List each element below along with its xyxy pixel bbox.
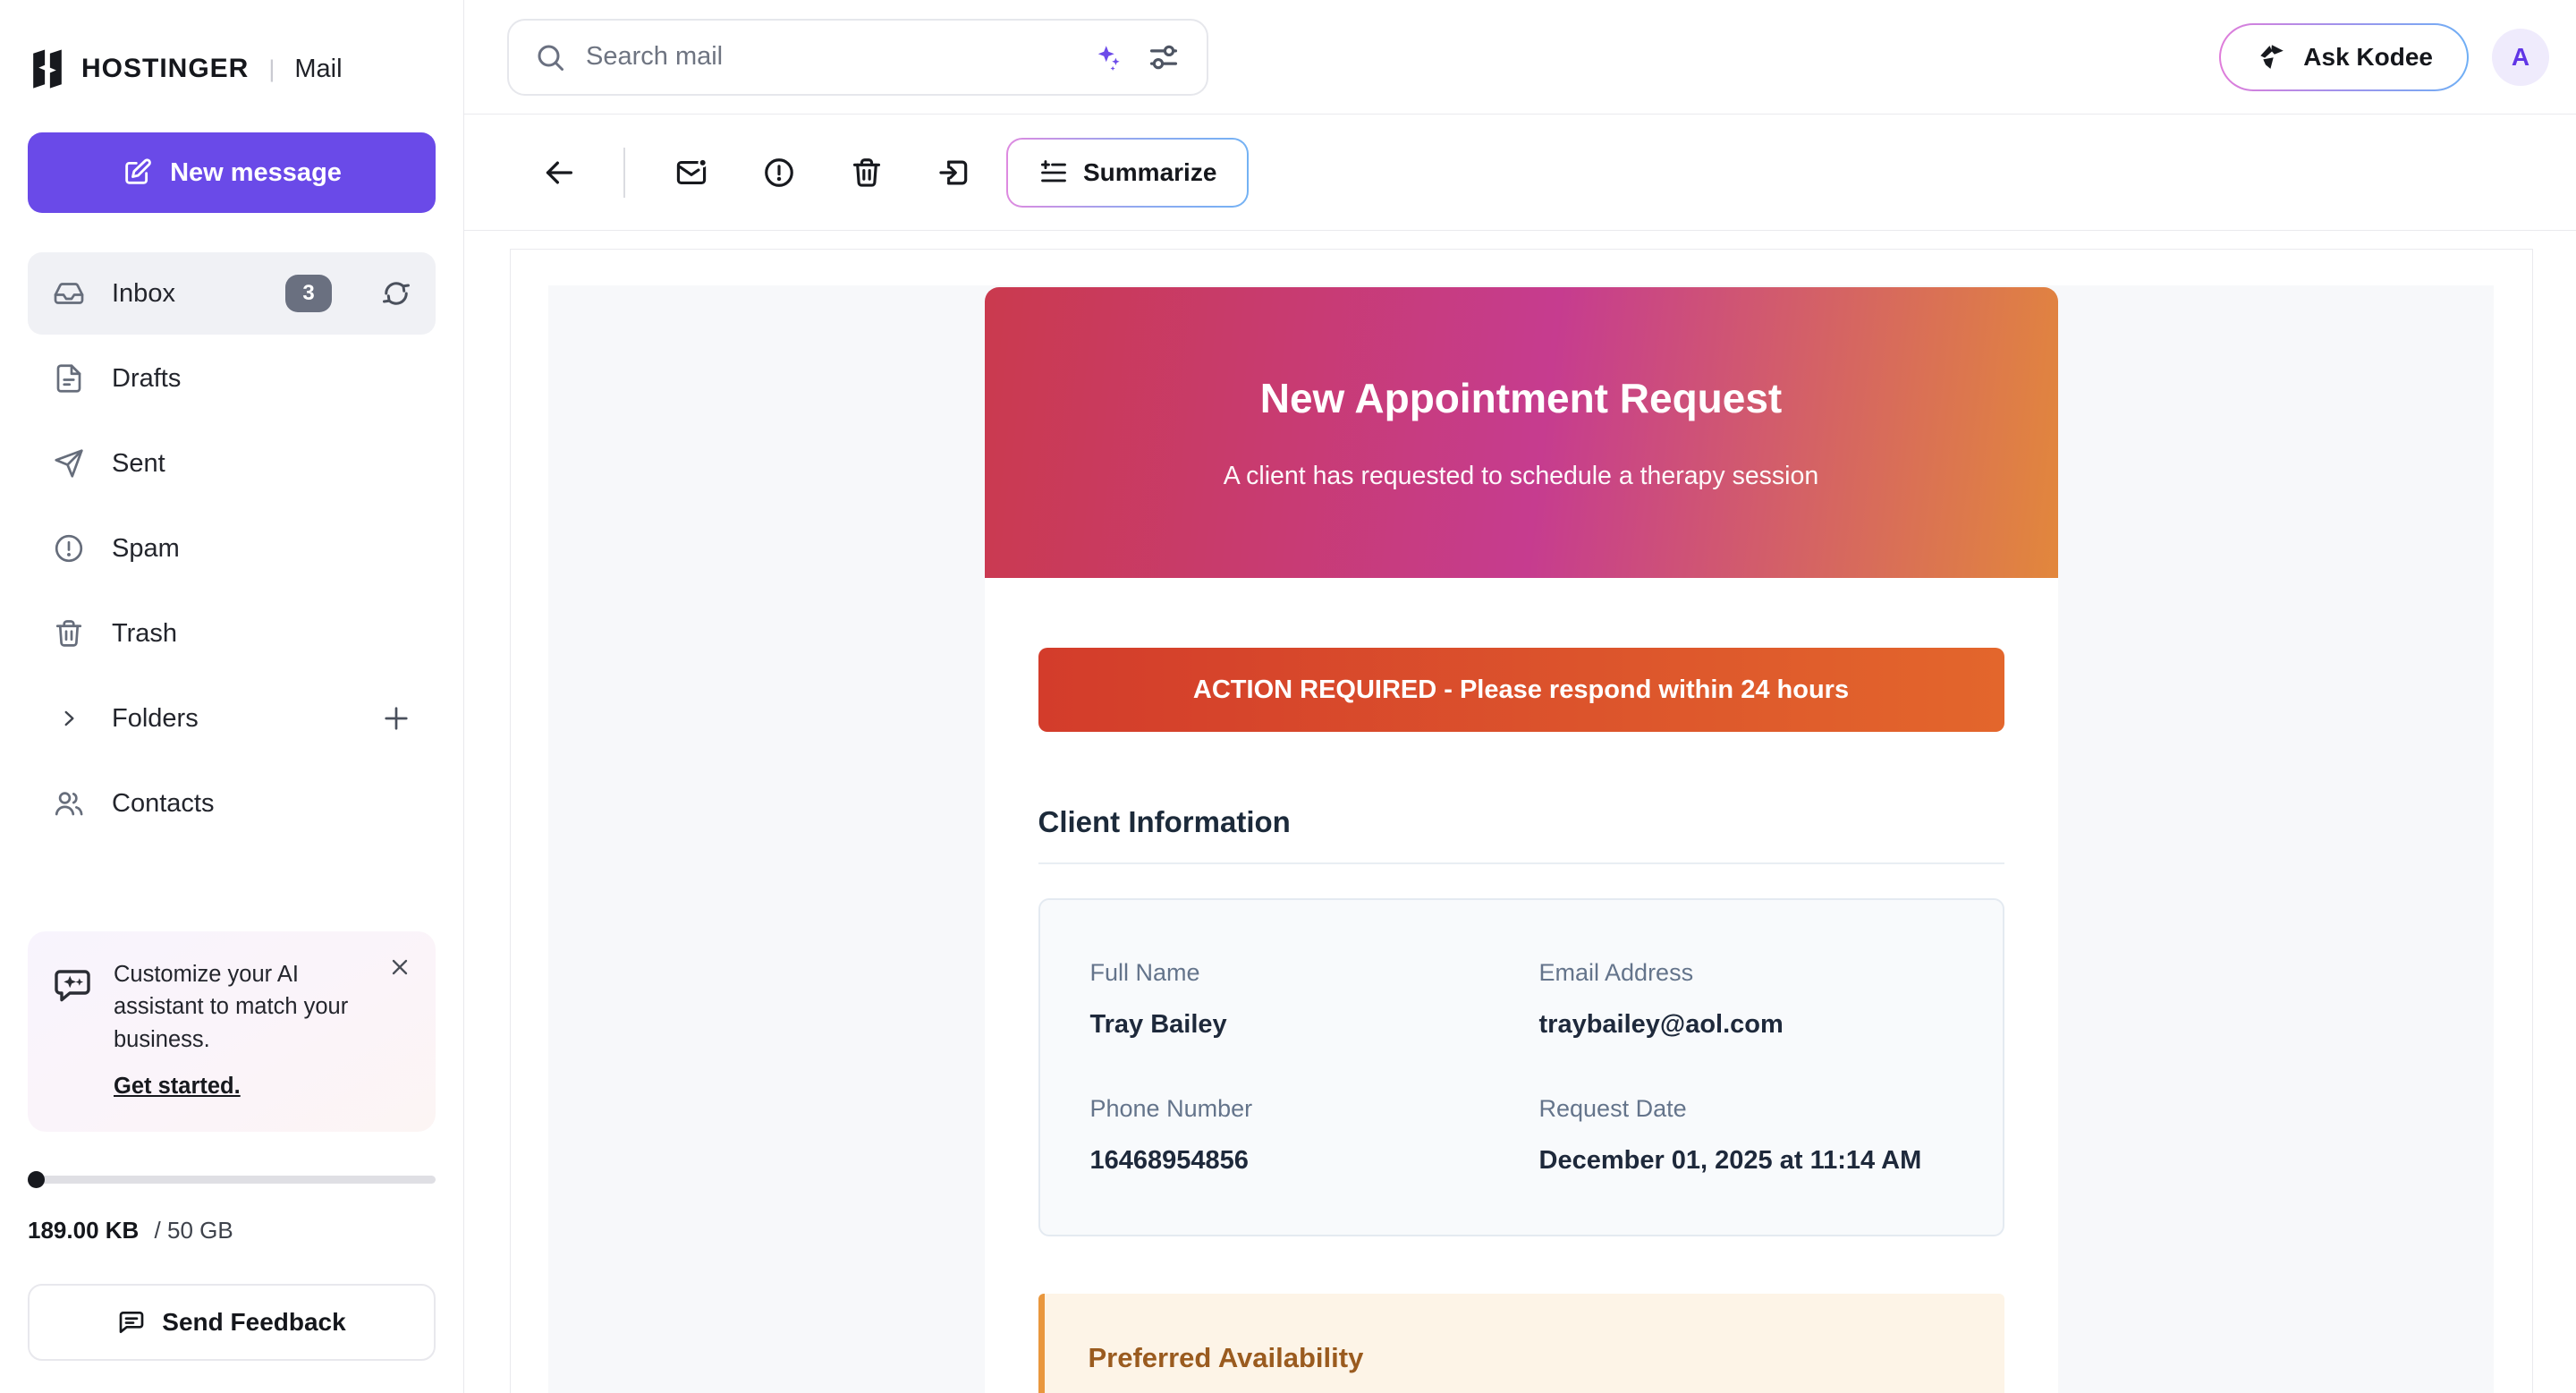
new-message-button[interactable]: New message — [28, 132, 436, 213]
search-icon — [534, 41, 566, 73]
close-icon[interactable] — [387, 955, 412, 980]
info-field-email: Email Address traybailey@aol.com — [1539, 959, 1953, 1040]
sidebar-item-label: Spam — [112, 534, 180, 564]
email-viewport[interactable]: New Appointment Request A client has req… — [548, 285, 2494, 1393]
document-icon — [53, 362, 85, 395]
people-icon — [53, 787, 85, 820]
sidebar-item-label: Trash — [112, 619, 177, 649]
sidebar-item-label: Contacts — [112, 789, 214, 819]
search-bar[interactable] — [507, 19, 1208, 96]
toolbar-divider — [623, 148, 625, 198]
summarize-list-icon — [1038, 157, 1069, 188]
report-spam-icon[interactable] — [754, 148, 804, 198]
kodee-icon — [2255, 41, 2287, 73]
field-value: traybailey@aol.com — [1539, 1010, 1953, 1040]
storage-progress-bar — [28, 1171, 436, 1188]
search-input[interactable] — [586, 42, 1071, 72]
field-value: 16468954856 — [1090, 1146, 1504, 1176]
get-started-link[interactable]: Get started. — [114, 1074, 241, 1100]
brand-logo[interactable]: HOSTINGER | Mail — [28, 48, 436, 89]
email-title: New Appointment Request — [1260, 374, 1783, 422]
info-field-phone: Phone Number 16468954856 — [1090, 1095, 1504, 1176]
back-arrow-icon[interactable] — [534, 148, 584, 198]
sidebar-item-contacts[interactable]: Contacts — [28, 762, 436, 845]
avatar[interactable]: A — [2492, 29, 2549, 86]
sidebar-nav: Inbox 3 — [28, 252, 436, 845]
mark-unread-icon[interactable] — [666, 148, 716, 198]
brand-name: HOSTINGER — [81, 54, 249, 84]
client-information-heading: Client Information — [1038, 805, 2004, 864]
email-subtitle: A client has requested to schedule a the… — [1224, 462, 1818, 491]
storage-total-value: / 50 GB — [155, 1217, 233, 1244]
sidebar: HOSTINGER | Mail New message — [0, 0, 464, 1393]
top-bar: Ask Kodee A — [464, 0, 2576, 115]
field-label: Phone Number — [1090, 1095, 1504, 1123]
field-label: Email Address — [1539, 959, 1953, 987]
summarize-button[interactable]: Summarize — [1006, 138, 1249, 208]
sidebar-item-spam[interactable]: Spam — [28, 507, 436, 590]
filter-sliders-icon[interactable] — [1146, 39, 1182, 75]
compose-icon — [122, 157, 152, 188]
email-card: New Appointment Request A client has req… — [985, 287, 2058, 1393]
delete-trash-icon[interactable] — [842, 148, 892, 198]
sidebar-item-label: Sent — [112, 449, 165, 479]
brand-product-label: Mail — [294, 55, 342, 84]
ai-chat-sparkle-icon — [51, 964, 94, 1007]
field-value: Tray Bailey — [1090, 1010, 1504, 1040]
ask-kodee-label: Ask Kodee — [2303, 43, 2433, 72]
sidebar-item-folders[interactable]: Folders — [28, 677, 436, 760]
main-area: Ask Kodee A — [464, 0, 2576, 1393]
new-message-label: New message — [170, 158, 342, 188]
client-info-card: Full Name Tray Bailey Email Address tray… — [1038, 898, 2004, 1236]
storage-used-value: 189.00 KB — [28, 1217, 139, 1244]
send-feedback-label: Send Feedback — [162, 1308, 345, 1337]
field-label: Request Date — [1539, 1095, 1953, 1123]
message-panel: New Appointment Request A client has req… — [510, 249, 2533, 1393]
ai-promo-text: Customize your AI assistant to match you… — [114, 958, 382, 1056]
storage-used-indicator — [28, 1171, 45, 1188]
brand-divider: | — [268, 55, 275, 83]
chevron-right-icon[interactable] — [53, 707, 85, 730]
trash-icon — [53, 617, 85, 650]
ai-promo-card: Customize your AI assistant to match you… — [28, 931, 436, 1132]
app-root: HOSTINGER | Mail New message — [0, 0, 2576, 1393]
info-field-request-date: Request Date December 01, 2025 at 11:14 … — [1539, 1095, 1953, 1176]
info-field-full-name: Full Name Tray Bailey — [1090, 959, 1504, 1040]
paper-plane-icon — [53, 447, 85, 480]
field-value: December 01, 2025 at 11:14 AM — [1539, 1146, 1953, 1176]
ask-kodee-button[interactable]: Ask Kodee — [2219, 23, 2469, 91]
hostinger-logo-icon — [28, 48, 67, 89]
move-to-folder-icon[interactable] — [929, 148, 979, 198]
sidebar-item-label: Folders — [112, 704, 199, 734]
storage-usage-text: 189.00 KB / 50 GB — [28, 1217, 436, 1244]
ai-sparkles-icon[interactable] — [1090, 39, 1126, 75]
alert-circle-icon — [53, 532, 85, 565]
sidebar-item-label: Inbox — [112, 279, 175, 309]
refresh-icon[interactable] — [380, 276, 414, 310]
sidebar-item-label: Drafts — [112, 364, 181, 394]
sidebar-item-drafts[interactable]: Drafts — [28, 337, 436, 420]
add-folder-plus-icon[interactable] — [380, 701, 414, 735]
action-required-banner: ACTION REQUIRED - Please respond within … — [1038, 648, 2004, 732]
message-toolbar: Summarize — [464, 115, 2576, 231]
feedback-bubble-icon — [117, 1308, 146, 1337]
sidebar-item-inbox[interactable]: Inbox 3 — [28, 252, 436, 335]
inbox-icon — [53, 277, 85, 310]
email-hero-banner: New Appointment Request A client has req… — [985, 287, 2058, 578]
sidebar-item-trash[interactable]: Trash — [28, 592, 436, 675]
summarize-label: Summarize — [1083, 158, 1216, 187]
availability-heading: Preferred Availability — [1089, 1342, 1969, 1374]
field-label: Full Name — [1090, 959, 1504, 987]
send-feedback-button[interactable]: Send Feedback — [28, 1284, 436, 1361]
inbox-unread-badge: 3 — [285, 275, 332, 312]
storage-track — [28, 1176, 436, 1184]
sidebar-item-sent[interactable]: Sent — [28, 422, 436, 505]
preferred-availability-card: Preferred Availability Dates:Dec 06, 202… — [1038, 1294, 2004, 1393]
top-right-controls: Ask Kodee A — [2219, 23, 2549, 91]
email-body: ACTION REQUIRED - Please respond within … — [985, 578, 2058, 1393]
